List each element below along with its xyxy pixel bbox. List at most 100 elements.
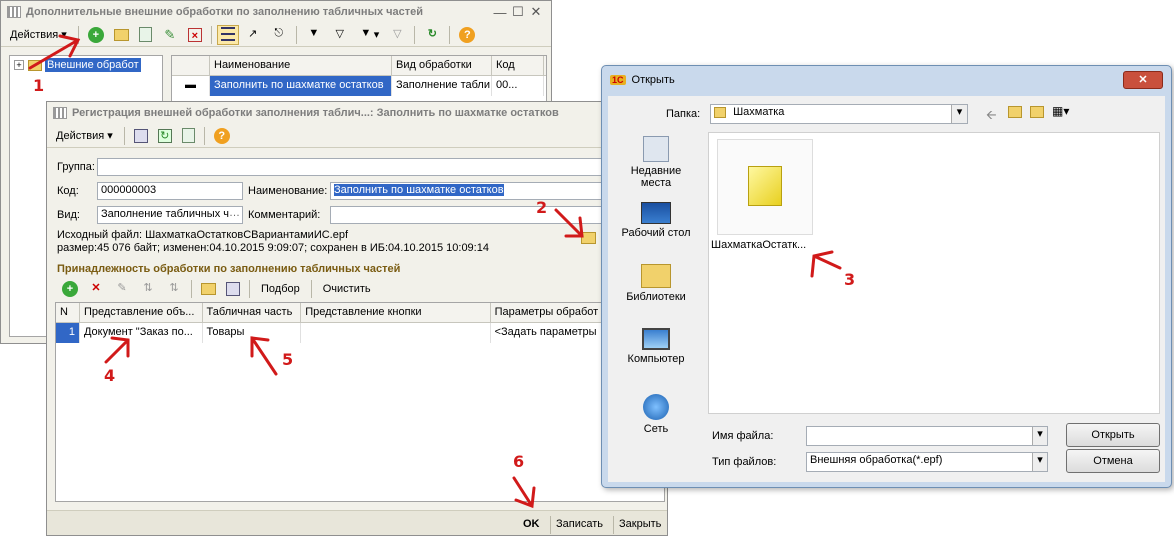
actions-label: Действия bbox=[56, 129, 105, 142]
write-button[interactable]: Записать bbox=[550, 514, 609, 534]
table-cell: Заполнить по шахматке остатков bbox=[210, 76, 392, 96]
window-title: Дополнительные внешние обработки по запо… bbox=[26, 6, 424, 18]
separator bbox=[449, 25, 451, 44]
tree-item[interactable]: + Внешние обработ bbox=[10, 56, 162, 74]
save-table-button[interactable] bbox=[222, 279, 244, 299]
actions-menu[interactable]: Действия ▾ bbox=[50, 126, 119, 146]
filetype-select[interactable]: Внешняя обработка(*.epf) ▾ bbox=[806, 452, 1048, 472]
separator bbox=[77, 25, 79, 44]
dropdown-icon[interactable]: ▾ bbox=[1032, 453, 1047, 471]
column-header[interactable]: Табличная часть bbox=[203, 303, 302, 322]
column-header[interactable]: Наименование bbox=[210, 56, 392, 75]
column-header[interactable]: N bbox=[56, 303, 80, 322]
kind-select[interactable]: Заполнение табличных ч… bbox=[97, 206, 243, 224]
help-button[interactable]: ? bbox=[210, 126, 234, 146]
place-label: Сеть bbox=[643, 423, 669, 435]
annotation-label: 2 bbox=[536, 198, 548, 217]
expand-icon[interactable]: + bbox=[14, 60, 24, 70]
up-folder-icon[interactable] bbox=[1008, 106, 1022, 118]
minimize-button[interactable]: — bbox=[491, 5, 509, 20]
refresh-button[interactable]: ↻ bbox=[420, 25, 444, 45]
filename-dropdown-icon[interactable]: ▾ bbox=[1032, 427, 1047, 445]
open-file-icon[interactable] bbox=[581, 232, 596, 244]
file-item[interactable]: ШахматкаОстатк... bbox=[711, 139, 813, 257]
dialog-title: Открыть bbox=[631, 74, 675, 86]
file-list[interactable]: ШахматкаОстатк... bbox=[708, 132, 1160, 414]
edit-button[interactable]: ✎ bbox=[158, 25, 182, 45]
table-row[interactable]: ▬ Заполнить по шахматке остатков Заполне… bbox=[172, 76, 546, 96]
title-bar: Дополнительные внешние обработки по запо… bbox=[1, 1, 551, 23]
help-icon: ? bbox=[459, 26, 476, 43]
filter-value-icon: ▽ bbox=[335, 27, 345, 40]
close-button[interactable]: ✕ bbox=[1123, 71, 1163, 89]
filter-icon: ▼ bbox=[308, 26, 320, 39]
column-header[interactable]: Представление объ... bbox=[80, 303, 203, 322]
select-button[interactable]: Подбор bbox=[255, 279, 306, 299]
name-value: Заполнить по шахматке остатков bbox=[334, 184, 504, 196]
delete-icon: ✕ bbox=[91, 282, 101, 294]
column-header[interactable]: Представление кнопки bbox=[301, 303, 491, 322]
place-computer[interactable]: Компьютер bbox=[616, 328, 696, 365]
add-group-button[interactable] bbox=[110, 25, 133, 45]
place-libraries[interactable]: Библиотеки bbox=[616, 264, 696, 303]
add-row-button[interactable]: + bbox=[58, 279, 82, 299]
clear-button[interactable]: Очистить bbox=[317, 279, 377, 299]
sort-desc-icon: ⇅ bbox=[169, 282, 179, 294]
annotation-label: 3 bbox=[844, 270, 856, 289]
add-button[interactable]: + bbox=[84, 25, 108, 45]
filter-menu-button[interactable]: ▼ ▾ bbox=[354, 25, 384, 45]
column-header[interactable]: Вид обработки bbox=[392, 56, 492, 75]
maximize-button[interactable]: ☐ bbox=[509, 4, 527, 20]
save-button[interactable] bbox=[130, 126, 152, 146]
help-button[interactable]: ? bbox=[455, 25, 479, 45]
close-button[interactable]: ✕ bbox=[527, 4, 545, 20]
find-button[interactable]: ⎋ bbox=[267, 25, 291, 45]
clear-filter-button[interactable]: ▽ bbox=[385, 25, 409, 45]
copy-icon bbox=[181, 128, 195, 143]
place-network[interactable]: Сеть bbox=[616, 394, 696, 435]
table-row[interactable]: 1 Документ "Заказ по... Товары <Задать п… bbox=[56, 323, 664, 343]
copy-button[interactable] bbox=[178, 126, 199, 146]
code-label: Код: bbox=[57, 185, 79, 197]
place-recent[interactable]: Недавние места bbox=[616, 136, 696, 189]
folder-select[interactable]: Шахматка ▾ bbox=[710, 104, 968, 124]
filename-input[interactable] bbox=[806, 426, 1048, 446]
dropdown-icon[interactable]: … bbox=[229, 207, 240, 219]
open-folder-button[interactable] bbox=[197, 279, 220, 299]
table-cell: Заполнение табли... bbox=[392, 76, 492, 96]
open-button[interactable]: Открыть bbox=[1066, 423, 1160, 447]
sort-desc-button[interactable]: ⇅ bbox=[162, 279, 186, 299]
place-desktop[interactable]: Рабочий стол bbox=[616, 202, 696, 239]
sort-asc-button[interactable]: ⇅ bbox=[136, 279, 160, 299]
edit-row-button[interactable]: ✎ bbox=[110, 279, 134, 299]
save-icon bbox=[226, 282, 240, 296]
back-icon[interactable]: 🡨 bbox=[986, 106, 997, 128]
filter-button[interactable]: ▼ bbox=[302, 25, 326, 45]
cancel-button[interactable]: Отмена bbox=[1066, 449, 1160, 473]
tabular-sections-grid[interactable]: N Представление объ... Табличная часть П… bbox=[55, 302, 665, 502]
ok-button[interactable]: OK bbox=[517, 514, 546, 534]
filter-list-icon: ▼ bbox=[360, 26, 372, 39]
hierarchy-button[interactable] bbox=[216, 24, 239, 45]
copy-button[interactable] bbox=[135, 25, 156, 45]
dropdown-icon[interactable]: ▾ bbox=[951, 105, 967, 123]
grid-header: N Представление объ... Табличная часть П… bbox=[56, 303, 664, 323]
column-header[interactable]: Код bbox=[492, 56, 544, 75]
view-menu-icon[interactable]: ▦▾ bbox=[1052, 104, 1069, 118]
delete-button[interactable]: × bbox=[184, 25, 206, 45]
place-label: Рабочий стол bbox=[621, 227, 691, 239]
tree-item-label: Внешние обработ bbox=[45, 58, 141, 72]
code-field[interactable]: 000000003 bbox=[97, 182, 243, 200]
select-button[interactable]: ↗ bbox=[241, 25, 265, 45]
new-folder-icon[interactable] bbox=[1030, 106, 1044, 118]
table-cell: Документ "Заказ по... bbox=[80, 323, 203, 343]
reread-button[interactable]: ↻ bbox=[154, 126, 176, 146]
filter-value-button[interactable]: ▽ bbox=[328, 25, 352, 45]
delete-row-button[interactable]: ✕ bbox=[84, 279, 108, 299]
bottom-bar: OK Записать Закрыть bbox=[47, 510, 667, 535]
actions-menu[interactable]: Действия ▾ bbox=[4, 25, 73, 45]
group-field[interactable] bbox=[97, 158, 665, 176]
separator bbox=[414, 25, 416, 44]
save-icon bbox=[133, 128, 148, 143]
close-form-button[interactable]: Закрыть bbox=[613, 514, 667, 534]
